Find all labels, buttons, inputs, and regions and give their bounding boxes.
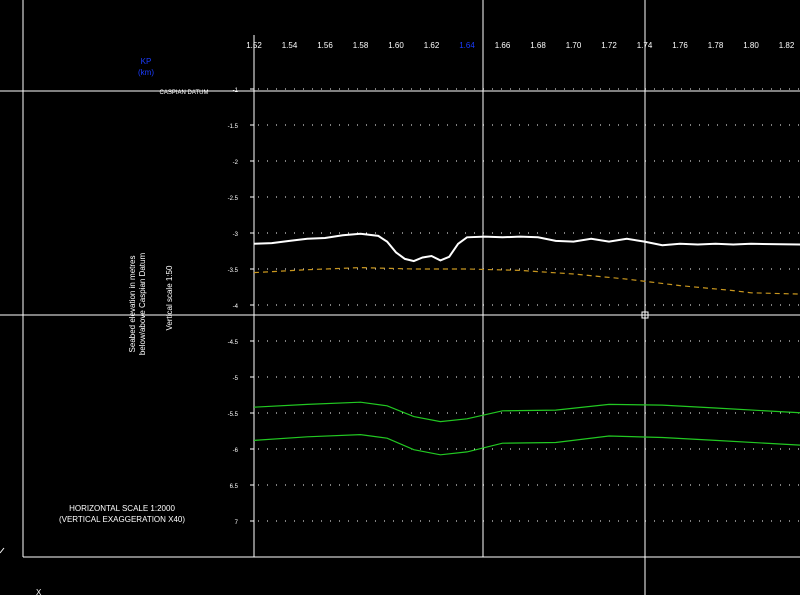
y-tick-label: 6.5	[230, 484, 239, 490]
series-line	[253, 232, 800, 263]
x-tick-label: 1.52	[246, 41, 262, 50]
y-tick-label: -1	[233, 88, 239, 94]
x-tick-label: 1.72	[601, 41, 617, 50]
x-tick-label: 1.78	[708, 41, 724, 50]
x-tick-label: 1.64	[459, 41, 475, 50]
y-tick-label: -2.5	[228, 196, 239, 202]
x-tick-label: 1.76	[672, 41, 688, 50]
y-tick-label: -5	[233, 376, 239, 382]
datum-label: CASPIAN DATUM	[160, 90, 209, 96]
cursor-x-marker: X	[36, 588, 42, 595]
series-line	[253, 266, 800, 295]
x-tick-label: 1.68	[530, 41, 546, 50]
series-line	[253, 401, 800, 423]
x-tick-label: 1.62	[424, 41, 440, 50]
y-tick-label: -1.5	[228, 124, 239, 130]
x-tick-label: 1.70	[566, 41, 582, 50]
series-line	[253, 433, 800, 456]
x-tick-label: 1.60	[388, 41, 404, 50]
y-tick-label: -4	[233, 304, 239, 310]
y-tick-label: -6	[233, 448, 239, 454]
y-axis-title-line1: Seabed elevation in metres	[128, 256, 137, 353]
profile-canvas[interactable]: 1.52 1.54 1.56 1.58 1.60 1.62 1.64 1.66 1.68 1.70…	[0, 0, 800, 595]
y-axis-title-line2: below/above Caspian Datum	[138, 253, 147, 356]
y-tick-label: -2	[233, 160, 239, 166]
x-tick-label: 1.58	[353, 41, 369, 50]
x-tick-label: 1.82	[779, 41, 795, 50]
vertical-exaggeration-label: (VERTICAL EXAGGERATION X40)	[59, 515, 185, 524]
corner-slash	[0, 547, 5, 554]
x-tick-label: 1.74	[637, 41, 653, 50]
profile-series	[253, 232, 800, 456]
kp-label: KP	[141, 57, 152, 66]
y-tick-label: -3	[233, 232, 239, 238]
kp-unit-label: (km)	[138, 68, 154, 77]
x-tick-label: 1.80	[743, 41, 759, 50]
y-tick-label: 7	[235, 520, 239, 526]
x-tick-label: 1.54	[282, 41, 298, 50]
vertical-scale-label: Vertical scale 1:50	[165, 265, 174, 330]
y-axis-ticks: -1 -1.5 -2 -2.5 -3 -3.5 -4 -4.5 -5 -5.5 -6 6.5 7	[228, 88, 254, 526]
y-tick-label: -3.5	[228, 268, 239, 274]
y-tick-label: -5.5	[228, 412, 239, 418]
x-tick-label: 1.66	[495, 41, 511, 50]
horizontal-scale-label: HORIZONTAL SCALE 1:2000	[69, 504, 175, 513]
grid	[258, 88, 800, 522]
x-tick-label: 1.56	[317, 41, 333, 50]
x-axis-ticks: 1.52 1.54 1.56 1.58 1.60 1.62 1.64 1.66 1.68 1.70…	[246, 41, 795, 50]
y-tick-label: -4.5	[228, 340, 239, 346]
